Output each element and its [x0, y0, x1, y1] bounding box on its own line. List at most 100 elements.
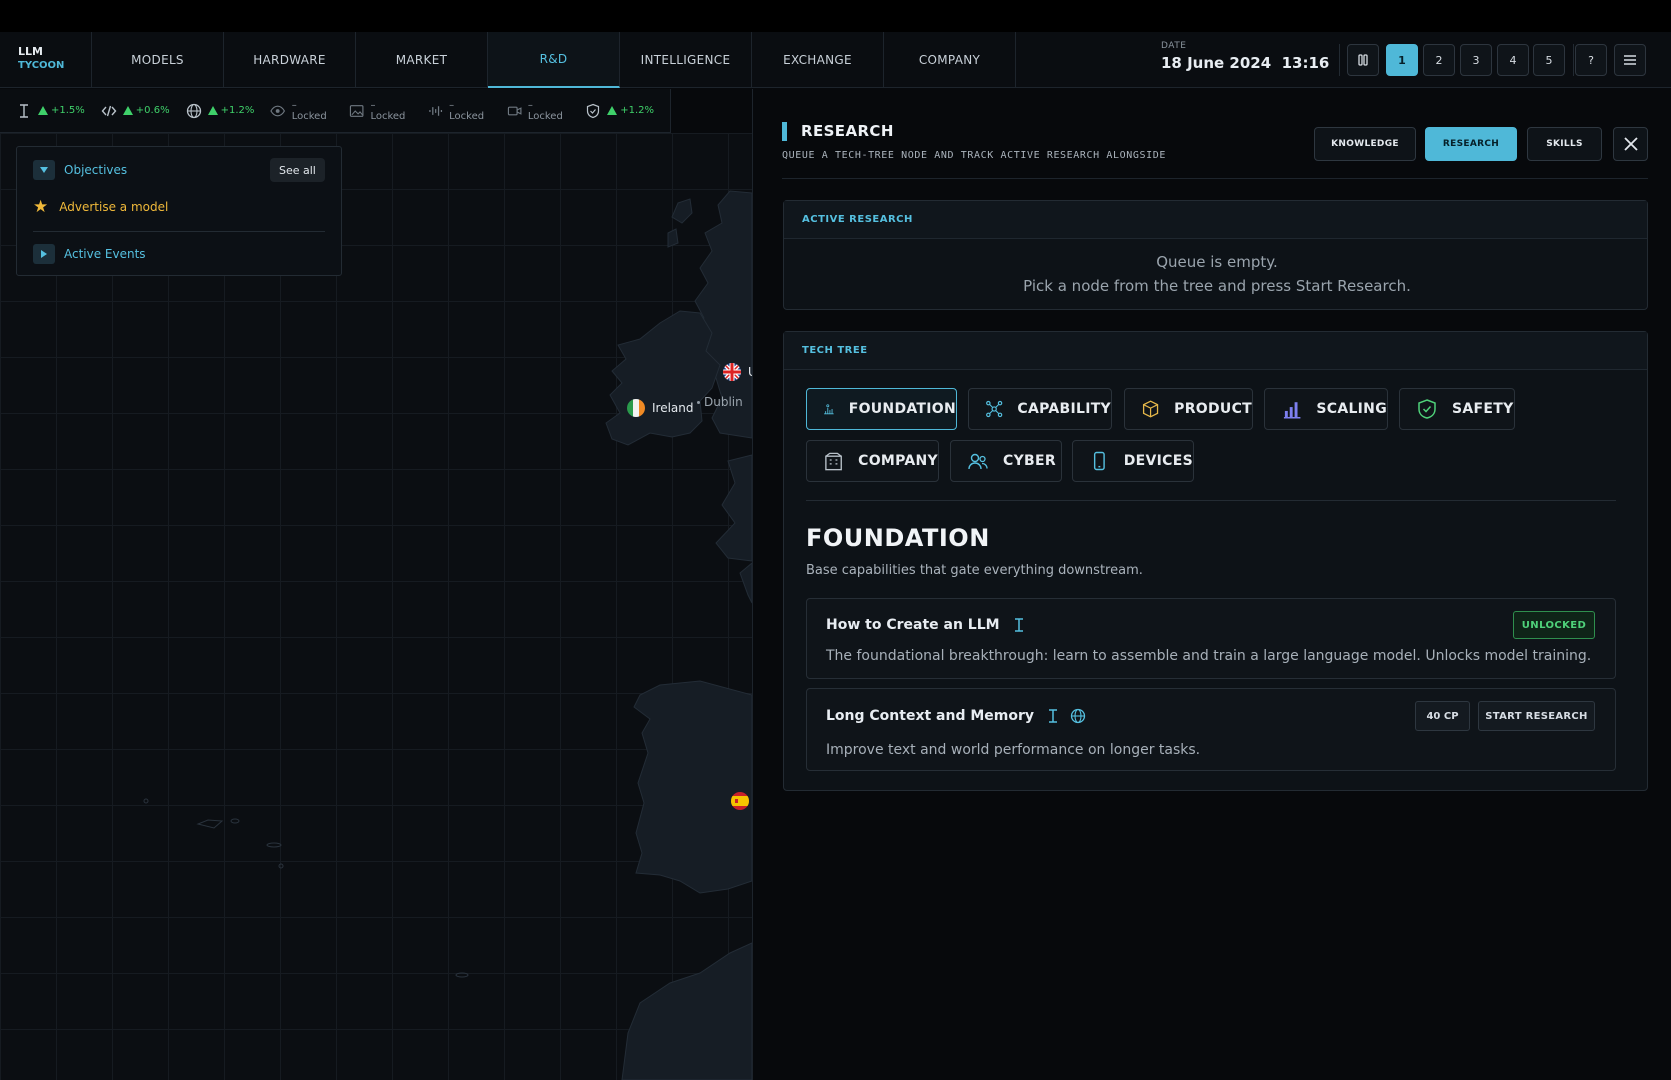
category-label: SAFETY [1452, 401, 1514, 417]
active-events-header[interactable]: Active Events [33, 244, 146, 264]
spain-marker[interactable] [730, 791, 750, 815]
research-node[interactable]: How to Create an LLM UNLOCKED The founda… [806, 598, 1616, 679]
tab-intelligence[interactable]: INTELLIGENCE [620, 32, 752, 88]
ireland-marker[interactable]: Ireland [626, 398, 694, 418]
up-arrow-icon [38, 106, 48, 115]
node-name: Long Context and Memory [826, 708, 1035, 724]
shield-icon [587, 103, 600, 118]
building-icon [825, 452, 842, 471]
dublin-label: Dublin [704, 395, 743, 409]
bar-chart-icon [1283, 402, 1301, 419]
category-label: SCALING [1316, 401, 1387, 417]
tab-hardware[interactable]: HARDWARE [224, 32, 356, 88]
category-safety[interactable]: SAFETY [1399, 388, 1515, 430]
help-button[interactable]: ? [1575, 44, 1607, 76]
code-icon [101, 105, 117, 116]
category-cyber[interactable]: CYBER [950, 440, 1062, 482]
start-research-button[interactable]: START RESEARCH [1478, 701, 1595, 731]
stat-image: – Locked [349, 100, 412, 122]
collapse-toggle[interactable] [33, 160, 55, 180]
top-nav-bar: LLM TYCOON MODELS HARDWARE MARKET R&D IN… [0, 32, 1671, 88]
logo-line2: TYCOON [18, 60, 65, 71]
stat-safety: +1.2% [585, 103, 654, 119]
stats-bar: +1.5% +0.6% +1.2% – Locked – Locked – Lo… [0, 89, 671, 133]
network-icon [986, 400, 1003, 418]
game-logo: LLM TYCOON [0, 32, 92, 88]
audio-icon [429, 105, 442, 116]
shield-icon [1418, 399, 1436, 419]
objectives-header[interactable]: Objectives [33, 160, 127, 180]
stat-value: – Locked [527, 99, 563, 122]
objective-label: Advertise a model [59, 200, 169, 214]
category-company[interactable]: COMPANY [806, 440, 939, 482]
up-arrow-icon [122, 106, 133, 115]
category-label: FOUNDATION [848, 401, 956, 417]
objectives-panel: Objectives See all ★ Advertise a model A… [16, 146, 342, 276]
speed-5-button[interactable]: 5 [1533, 44, 1565, 76]
text-cursor-icon [1049, 709, 1058, 723]
box-icon [1142, 400, 1159, 418]
research-node[interactable]: Long Context and Memory 40 CP START RESE… [806, 688, 1616, 771]
speed-3-button[interactable]: 3 [1460, 44, 1492, 76]
section-description: Base capabilities that gate everything d… [806, 563, 1143, 578]
close-panel-button[interactable] [1613, 127, 1648, 161]
objective-item[interactable]: ★ Advertise a model [33, 197, 168, 217]
active-research-header: ACTIVE RESEARCH [784, 201, 1647, 239]
chevron-down-icon [40, 167, 48, 173]
close-icon [1623, 137, 1638, 151]
category-devices[interactable]: DEVICES [1072, 440, 1194, 482]
speed-2-button[interactable]: 2 [1423, 44, 1455, 76]
chevron-right-icon [41, 250, 47, 258]
tab-models[interactable]: MODELS [92, 32, 224, 88]
tab-market[interactable]: MARKET [356, 32, 488, 88]
hamburger-icon [1624, 55, 1636, 65]
section-title: FOUNDATION [806, 524, 990, 552]
stat-value: – Locked [291, 99, 327, 122]
category-label: COMPANY [858, 453, 938, 469]
skills-tab-button[interactable]: SKILLS [1527, 127, 1602, 161]
tab-company[interactable]: COMPANY [884, 32, 1016, 88]
window-top-strip [0, 0, 1671, 32]
category-capability[interactable]: CAPABILITY [968, 388, 1112, 430]
node-description: Improve text and world performance on lo… [826, 742, 1201, 758]
up-arrow-icon [207, 106, 218, 115]
tab-exchange[interactable]: EXCHANGE [752, 32, 884, 88]
ireland-flag-icon [627, 399, 645, 417]
menu-button[interactable] [1614, 44, 1646, 76]
globe-icon [1070, 708, 1086, 724]
text-cursor-icon [1014, 618, 1023, 632]
logo-line1: LLM [18, 45, 43, 58]
uk-marker[interactable]: U [722, 362, 752, 382]
phone-icon [1093, 451, 1105, 471]
active-research-card: ACTIVE RESEARCH Queue is empty. Pick a n… [783, 200, 1648, 310]
category-product[interactable]: PRODUCT [1124, 388, 1253, 430]
knowledge-tab-button[interactable]: KNOWLEDGE [1314, 127, 1416, 161]
panel-title: RESEARCH [801, 122, 894, 140]
research-tab-button[interactable]: RESEARCH [1425, 127, 1517, 161]
see-all-button[interactable]: See all [270, 158, 325, 182]
category-foundation[interactable]: FOUNDATION [806, 388, 957, 430]
stat-vision: – Locked [270, 100, 333, 122]
globe-icon [186, 103, 201, 118]
star-icon: ★ [33, 197, 49, 217]
category-label: CAPABILITY [1017, 401, 1111, 417]
dublin-marker[interactable]: Dublin [697, 395, 743, 409]
queue-empty-text: Queue is empty. [1156, 253, 1278, 271]
expand-toggle[interactable] [33, 244, 55, 264]
speed-4-button[interactable]: 4 [1497, 44, 1529, 76]
stat-value: – Locked [449, 99, 485, 122]
pause-button[interactable] [1347, 44, 1379, 76]
stat-code: +0.6% [101, 103, 170, 119]
node-title: How to Create an LLM [826, 617, 1026, 633]
stat-world: +1.2% [186, 103, 255, 119]
stat-value: +1.2% [220, 105, 255, 116]
stat-value: +0.6% [135, 105, 170, 116]
queue-hint-text: Pick a node from the tree and press Star… [1023, 277, 1411, 295]
stat-text: +1.5% [16, 103, 85, 119]
category-scaling[interactable]: SCALING [1264, 388, 1388, 430]
tab-rnd[interactable]: R&D [488, 32, 620, 88]
game-date: DATE 18 June 2024 13:16 [1161, 41, 1329, 72]
speed-1-button[interactable]: 1 [1386, 44, 1418, 76]
tech-tree-header: TECH TREE [784, 332, 1647, 370]
date-value: 18 June 2024 13:16 [1161, 54, 1330, 72]
